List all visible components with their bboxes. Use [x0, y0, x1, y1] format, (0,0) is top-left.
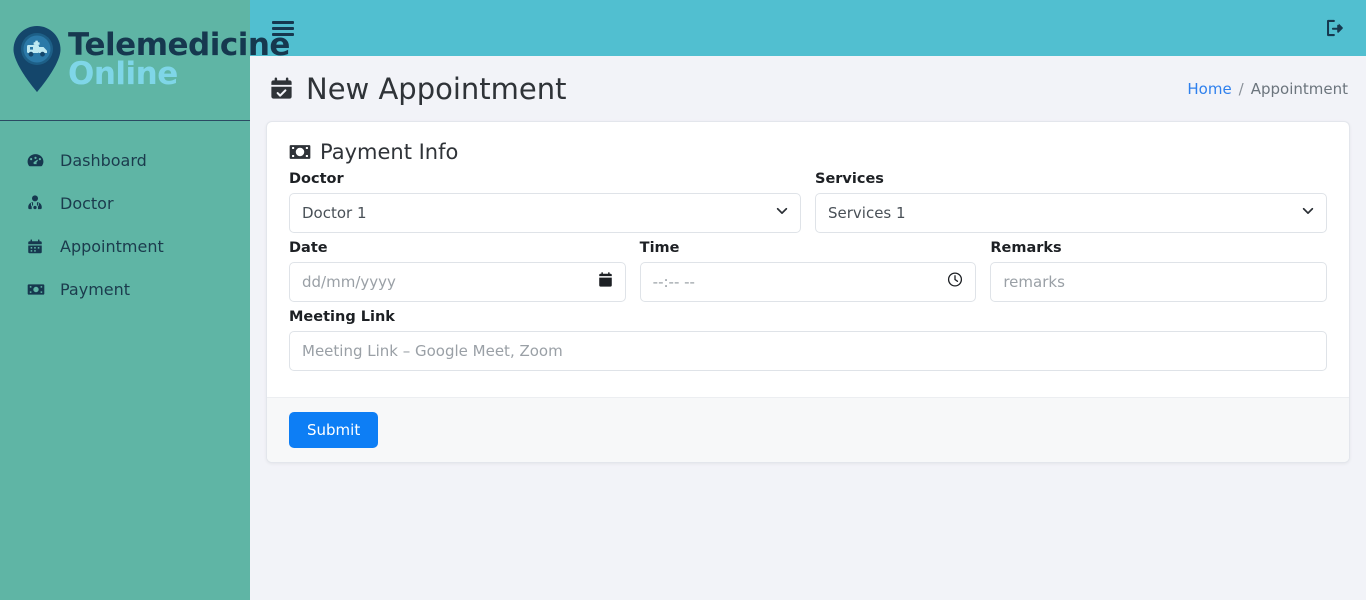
user-doctor-icon	[26, 194, 52, 213]
card-footer: Submit	[267, 397, 1349, 462]
doctor-select-wrap: Doctor 1	[289, 193, 801, 233]
submit-button[interactable]: Submit	[289, 412, 379, 448]
field-date: Date	[289, 240, 626, 302]
page-header: New Appointment Home / Appointment	[266, 56, 1350, 121]
services-select[interactable]: Services 1	[815, 193, 1327, 233]
main-content: New Appointment Home / Appointment Payme…	[250, 56, 1366, 600]
brand-name-primary: Telemedicine	[68, 26, 290, 63]
field-doctor: Doctor Doctor 1	[289, 171, 801, 233]
sidebar-nav: Dashboard Doctor Appointment Payment	[0, 121, 250, 311]
brand-name-secondary: Online	[68, 56, 178, 92]
form-row-1: Doctor Doctor 1 Services Services 1	[289, 171, 1327, 233]
hamburger-bar	[272, 20, 294, 24]
form-row-3: Meeting Link	[289, 309, 1327, 371]
sidebar-item-doctor[interactable]: Doctor	[0, 182, 250, 225]
breadcrumb-home-link[interactable]: Home	[1187, 80, 1231, 98]
label-remarks: Remarks	[990, 240, 1062, 256]
label-date: Date	[289, 240, 328, 256]
appointment-form-card: Payment Info Doctor Doctor 1 Services Se…	[266, 121, 1350, 463]
date-input[interactable]	[289, 262, 626, 302]
money-bill-icon	[26, 280, 52, 299]
form-row-2: Date Time	[289, 240, 1328, 302]
sidebar-item-appointment[interactable]: Appointment	[0, 225, 250, 268]
sidebar-item-label: Dashboard	[60, 151, 147, 170]
brand-text: Telemedicine Online	[68, 26, 290, 92]
date-input-wrap	[289, 262, 626, 302]
topbar	[250, 0, 1366, 56]
app-root: Telemedicine Online Dashboard Doctor App…	[0, 0, 1366, 600]
label-doctor: Doctor	[289, 171, 344, 187]
tachometer-icon	[26, 151, 52, 170]
sidebar: Telemedicine Online Dashboard Doctor App…	[0, 0, 290, 600]
field-services: Services Services 1	[815, 171, 1327, 233]
page-title-text: New Appointment	[306, 71, 567, 106]
time-input[interactable]	[639, 262, 977, 302]
breadcrumb-separator: /	[1238, 79, 1244, 98]
page-title: New Appointment	[268, 72, 567, 106]
sidebar-item-dashboard[interactable]: Dashboard	[0, 139, 250, 182]
meeting-link-input[interactable]	[289, 331, 1327, 371]
label-meeting-link: Meeting Link	[289, 309, 395, 325]
map-pin-ambulance-icon	[8, 22, 66, 98]
sidebar-item-label: Appointment	[60, 237, 164, 256]
sidebar-item-payment[interactable]: Payment	[0, 268, 250, 311]
sidebar-item-label: Payment	[60, 280, 131, 299]
calendar-days-icon	[26, 237, 52, 256]
label-services: Services	[815, 171, 884, 187]
field-time: Time	[639, 240, 977, 302]
brand-logo-area[interactable]: Telemedicine Online	[0, 0, 290, 121]
card-body: Payment Info Doctor Doctor 1 Services Se…	[267, 122, 1349, 397]
breadcrumb: Home / Appointment	[1187, 80, 1348, 98]
time-input-wrap	[639, 262, 977, 302]
section-title-text: Payment Info	[320, 140, 459, 164]
remarks-input[interactable]	[990, 262, 1328, 302]
sidebar-item-label: Doctor	[60, 194, 114, 213]
section-title-payment-info: Payment Info	[289, 140, 1327, 164]
field-remarks: Remarks	[990, 240, 1328, 302]
breadcrumb-current: Appointment	[1250, 79, 1348, 98]
field-meeting-link: Meeting Link	[289, 309, 1327, 371]
doctor-select[interactable]: Doctor 1	[289, 193, 801, 233]
sign-out-icon[interactable]	[1324, 17, 1346, 39]
label-time: Time	[639, 240, 680, 256]
money-bill-icon	[289, 143, 311, 161]
services-select-wrap: Services 1	[815, 193, 1327, 233]
